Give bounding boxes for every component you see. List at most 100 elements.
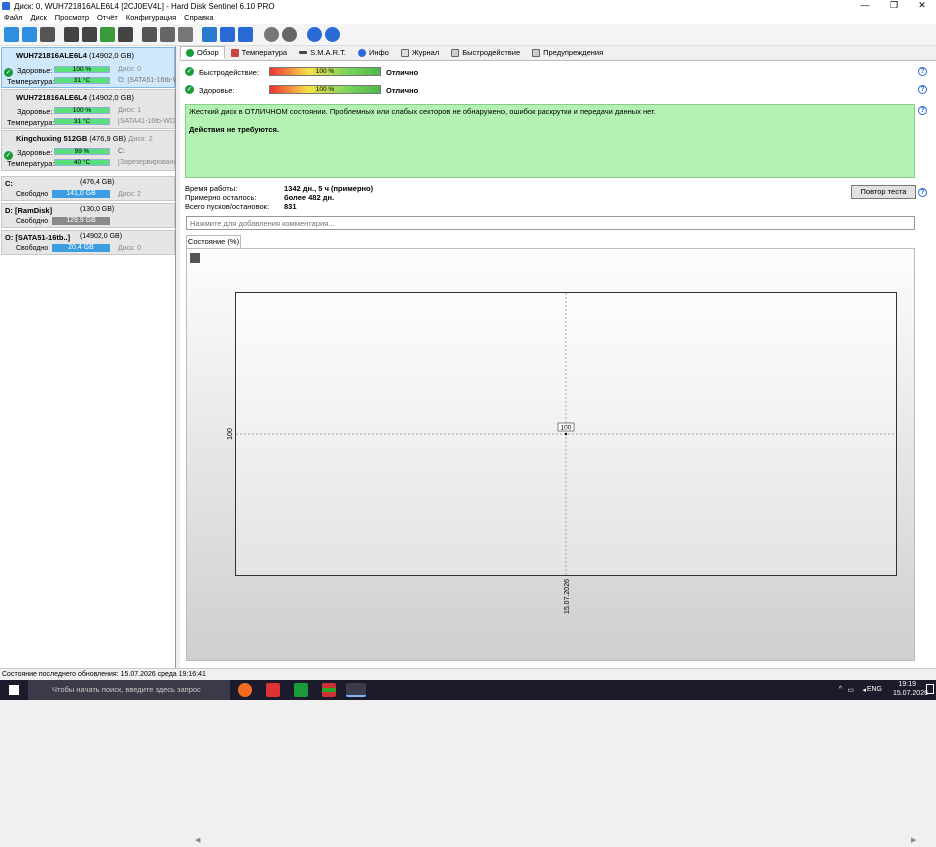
- network-icon[interactable]: ▭: [847, 686, 854, 694]
- volume-item-d[interactable]: D: [RamDisk] (130,0 GB) Свободно 129,9 G…: [1, 203, 175, 228]
- scroll-left-icon[interactable]: ◀: [195, 836, 200, 844]
- retest-button[interactable]: Повтор теста: [851, 185, 916, 199]
- free-space-bar: 141,0 GB: [52, 190, 110, 198]
- starts-value: 831: [284, 202, 297, 211]
- menu-help[interactable]: Справка: [180, 12, 217, 24]
- firefox-icon[interactable]: [238, 683, 252, 697]
- disk-name: Kingchuxing 512GB (476,9 GB) Диск: 2: [16, 134, 153, 143]
- web-icon[interactable]: [325, 27, 340, 42]
- taskbar-search[interactable]: Чтобы начать поиск, введите здесь запрос: [28, 680, 230, 700]
- windows-start-icon[interactable]: [9, 685, 19, 695]
- free-label: Свободно: [16, 191, 49, 198]
- volume-item-c[interactable]: C: (476,4 GB) Свободно 141,0 GB Диск: 2: [1, 176, 175, 201]
- disk-item-1[interactable]: WUH721816ALE6L4 (14902,0 GB) Здоровье: 1…: [1, 89, 176, 129]
- send-report-icon[interactable]: [238, 27, 253, 42]
- options-icon[interactable]: [282, 27, 297, 42]
- email-icon[interactable]: [220, 27, 235, 42]
- comment-input[interactable]: [186, 216, 915, 230]
- chart-icon: [451, 48, 460, 57]
- disk-number: Диск: 1: [118, 107, 141, 114]
- tab-smart[interactable]: S.M.A.R.T.: [293, 46, 352, 59]
- scroll-right-icon[interactable]: ▶: [911, 836, 916, 844]
- disk-test-icon[interactable]: [100, 27, 115, 42]
- tab-info[interactable]: Инфо: [352, 46, 395, 59]
- help-icon[interactable]: ?: [918, 188, 927, 197]
- menu-config[interactable]: Конфигурация: [122, 12, 180, 24]
- free-label: Свободно: [16, 218, 49, 225]
- help-icon[interactable]: ?: [918, 106, 927, 115]
- volume-disk: Диск: 0: [118, 245, 141, 252]
- free-space-bar: 129,9 GB: [52, 217, 110, 225]
- refresh-all-icon[interactable]: [22, 27, 37, 42]
- tab-temperature[interactable]: Температура: [225, 46, 293, 59]
- volume-item-o[interactable]: O: [SATA51-16tb..] (14902,0 GB) Свободно…: [1, 230, 175, 255]
- print-icon[interactable]: [142, 27, 157, 42]
- menu-disk[interactable]: Диск: [26, 12, 50, 24]
- volume-capacity: (130,0 GB): [80, 206, 115, 213]
- temp-label: Температура:: [7, 118, 55, 127]
- app-icon: [2, 2, 10, 10]
- menu-file[interactable]: Файл: [0, 12, 26, 24]
- close-button[interactable]: ✕: [908, 0, 936, 12]
- tab-label: Журнал: [411, 48, 440, 57]
- hdsentinel-taskbar-icon[interactable]: [346, 683, 366, 697]
- disk-capacity: (476,9 GB): [89, 134, 127, 143]
- disk-list-pane: WUH721816ALE6L4 (14902,0 GB) ✓ Здоровье:…: [0, 46, 176, 668]
- tab-performance[interactable]: Быстродействие: [445, 46, 526, 59]
- taskbar: Чтобы начать поиск, введите здесь запрос…: [0, 680, 936, 700]
- health-label: Здоровье:: [17, 107, 53, 116]
- report-icon[interactable]: [160, 27, 175, 42]
- save-report-icon[interactable]: [202, 27, 217, 42]
- maximize-button[interactable]: ❐: [880, 0, 908, 12]
- tab-alerts[interactable]: Предупреждения: [526, 46, 609, 59]
- status-description: Жесткий диск в ОТЛИЧНОМ состоянии. Пробл…: [185, 104, 915, 178]
- menu-view[interactable]: Просмотр: [51, 12, 93, 24]
- check-icon: ✓: [185, 85, 194, 94]
- tab-log[interactable]: Журнал: [395, 46, 445, 59]
- minimize-button[interactable]: —: [851, 0, 879, 12]
- tab-label: Предупреждения: [543, 48, 604, 57]
- temp-label: Температура:: [7, 159, 55, 168]
- health-bar: 99 %: [54, 148, 110, 155]
- tab-health-chart[interactable]: Состояние (%): [186, 235, 241, 248]
- disk-item-0[interactable]: WUH721816ALE6L4 (14902,0 GB) ✓ Здоровье:…: [1, 47, 176, 88]
- disk-icon[interactable]: [64, 27, 79, 42]
- menu-bar: Файл Диск Просмотр Отчёт Конфигурация Сп…: [0, 12, 936, 24]
- tray-up-icon[interactable]: ^: [839, 686, 842, 693]
- health-bar: 100 %: [269, 85, 381, 94]
- plot-area: 100 100 15.07.2026: [227, 292, 897, 614]
- anydesk-icon[interactable]: [266, 683, 280, 697]
- gear-icon[interactable]: [264, 27, 279, 42]
- tab-overview[interactable]: Обзор: [180, 46, 225, 59]
- clock-time[interactable]: 19:19: [898, 681, 916, 688]
- clock-date[interactable]: 15.07.2026: [893, 690, 928, 697]
- language-indicator[interactable]: ENG: [867, 686, 882, 693]
- notifications-icon[interactable]: [926, 684, 934, 694]
- disk-item-2[interactable]: Kingchuxing 512GB (476,9 GB) Диск: 2 ✓ З…: [1, 130, 176, 171]
- horizontal-scrollbar[interactable]: ◀ ▶: [193, 835, 922, 847]
- help-icon[interactable]: [307, 27, 322, 42]
- save-icon[interactable]: [190, 253, 200, 263]
- volume-disk: Диск: 2: [118, 191, 141, 198]
- performance-row: ✓ Быстродействие: 100 % Отлично ?: [180, 66, 936, 78]
- free-label: Свободно: [16, 245, 49, 252]
- disk-number: Диск: 2: [128, 134, 153, 143]
- export-icon[interactable]: [178, 27, 193, 42]
- help-icon[interactable]: ?: [918, 67, 927, 76]
- disk-settings-icon[interactable]: [118, 27, 133, 42]
- disk-list-icon[interactable]: [40, 27, 55, 42]
- plus-icon[interactable]: [294, 683, 308, 697]
- menu-report[interactable]: Отчёт: [93, 12, 122, 24]
- tab-label: Инфо: [368, 48, 389, 57]
- action-text: Действия не требуются.: [189, 125, 279, 134]
- status-text: Жесткий диск в ОТЛИЧНОМ состоянии. Пробл…: [189, 107, 656, 116]
- refresh-icon[interactable]: [4, 27, 19, 42]
- disk-info-icon[interactable]: [82, 27, 97, 42]
- disk-icon: [299, 51, 308, 54]
- temp-label: Температура:: [7, 77, 55, 86]
- help-icon[interactable]: ?: [918, 85, 927, 94]
- health-label: Здоровье:: [17, 148, 53, 157]
- volume-name: C:: [5, 179, 13, 188]
- volume-icon[interactable]: ◂: [862, 686, 866, 694]
- volume-label: [Зарезервировано: [118, 159, 176, 166]
